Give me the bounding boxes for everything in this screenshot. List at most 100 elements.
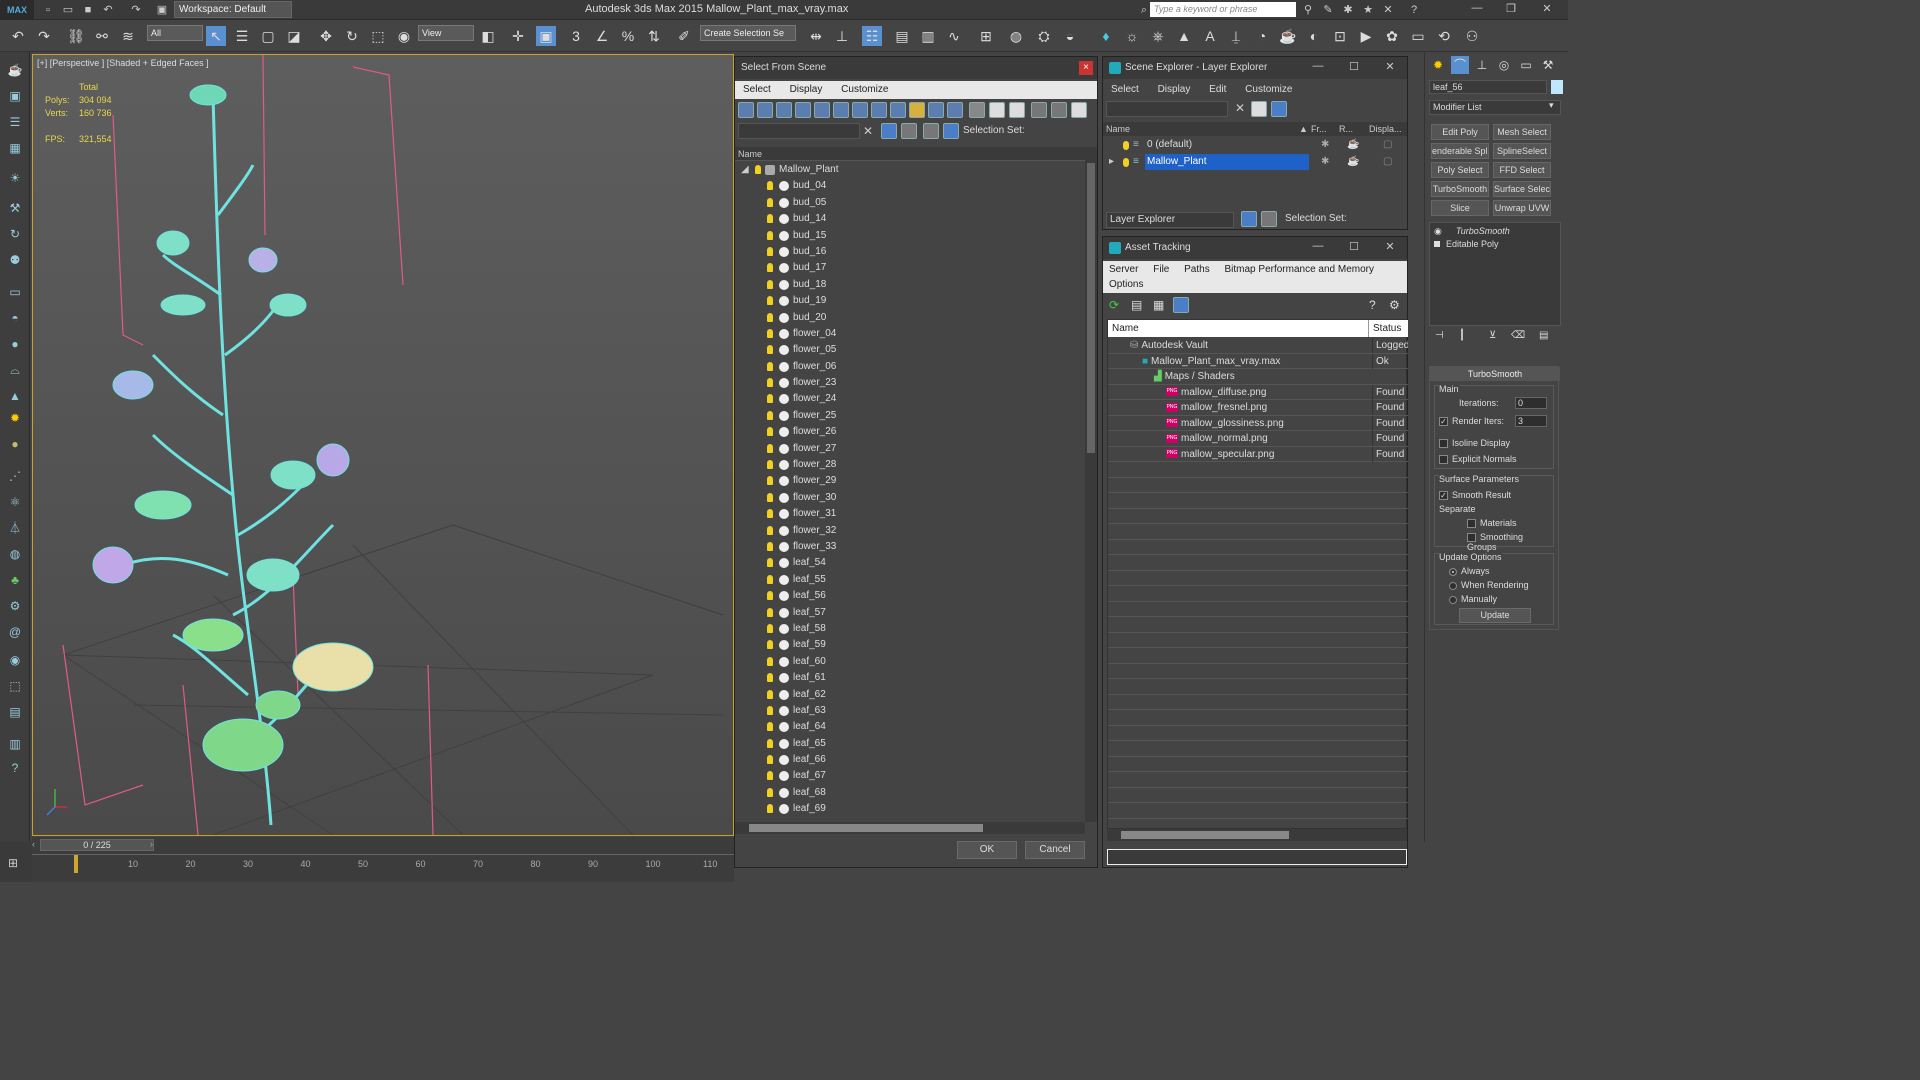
light-bulb-icon[interactable] — [1123, 158, 1129, 167]
sun-icon[interactable]: ✹ — [5, 408, 25, 428]
table-view-icon[interactable] — [1173, 297, 1189, 313]
light-bulb-icon[interactable] — [767, 378, 773, 388]
align-icon[interactable]: ⊥ — [832, 26, 852, 46]
menu-options[interactable]: Options — [1109, 279, 1143, 290]
select-invert-icon[interactable] — [1009, 102, 1025, 118]
scale-icon[interactable]: ⬚ — [368, 26, 388, 46]
modifier-button[interactable]: Unwrap UVW — [1493, 200, 1551, 216]
expand-box-icon[interactable] — [1434, 241, 1440, 247]
close-button[interactable]: × — [1079, 61, 1093, 75]
light-bulb-icon[interactable] — [767, 246, 773, 256]
geometry-filter-icon[interactable] — [738, 102, 754, 118]
snaps-toggle-icon[interactable]: 3 — [566, 26, 586, 46]
list-item[interactable]: flower_24 — [735, 391, 1085, 407]
column-name[interactable]: Name — [1106, 122, 1130, 136]
render-iters-checkbox[interactable]: ✓ — [1439, 417, 1448, 427]
close-icon[interactable]: ✕ — [1379, 60, 1401, 76]
clear-find-icon[interactable]: ✕ — [1235, 101, 1245, 115]
rollout-title[interactable]: TurboSmooth — [1430, 367, 1560, 381]
light-bulb-icon[interactable] — [767, 689, 773, 699]
maximize-icon[interactable]: ☐ — [1343, 60, 1365, 76]
list-item[interactable]: leaf_69 — [735, 801, 1085, 817]
chevron-down-icon[interactable]: ▾ — [1549, 100, 1554, 111]
select-by-name-icon[interactable]: ☰ — [232, 26, 252, 46]
light-bulb-icon[interactable] — [767, 427, 773, 437]
hemisphere-icon[interactable]: ◓ — [5, 308, 25, 328]
light-bulb-icon[interactable] — [767, 181, 773, 191]
select-none-icon[interactable] — [989, 102, 1005, 118]
render-iters-spinner[interactable]: 3 — [1515, 415, 1547, 427]
frame-buffer-icon[interactable]: ⊡ — [1330, 26, 1350, 46]
list-item[interactable]: leaf_62 — [735, 687, 1085, 703]
modifier-list-dropdown[interactable]: Modifier List — [1429, 100, 1561, 115]
edit-named-selection-icon[interactable]: ✐ — [674, 26, 694, 46]
frozen-filter-icon[interactable] — [928, 102, 944, 118]
sun-icon[interactable]: ☼ — [1122, 26, 1142, 46]
curve-editor-icon[interactable]: ∿ — [944, 26, 964, 46]
proxy-icon[interactable]: ✿ — [1382, 26, 1402, 46]
settings-icon[interactable]: ⚙ — [1389, 298, 1400, 312]
new-file-icon[interactable]: ▫ — [40, 2, 56, 18]
rotate-icon[interactable]: ↻ — [5, 224, 25, 244]
list-view-icon[interactable]: ▤ — [1131, 298, 1142, 312]
stack-item-editable-poly[interactable]: Editable Poly — [1434, 238, 1560, 251]
vertical-scroll-thumb[interactable] — [1087, 163, 1095, 453]
light-bulb-icon[interactable] — [767, 509, 773, 519]
maxscript-listener-icon[interactable]: ⊞ — [8, 856, 18, 870]
sort-up-icon[interactable]: ▲ — [1299, 122, 1308, 136]
list-item[interactable]: flower_27 — [735, 441, 1085, 457]
menu-customize[interactable]: Customize — [841, 84, 888, 95]
grid-icon[interactable]: ⋰ — [5, 466, 25, 486]
list-item[interactable]: leaf_63 — [735, 703, 1085, 719]
hair-icon[interactable]: ⚙ — [5, 596, 25, 616]
maximize-icon[interactable]: ☐ — [1343, 240, 1365, 256]
light-bulb-icon[interactable] — [767, 443, 773, 453]
filter-options-icon[interactable] — [1051, 102, 1067, 118]
modifier-stack[interactable]: ◉ TurboSmooth Editable Poly — [1429, 222, 1561, 326]
rotate-icon[interactable]: ↻ — [342, 26, 362, 46]
smooth-result-checkbox[interactable]: ✓ — [1439, 491, 1448, 501]
select-by-name-icon[interactable] — [1251, 101, 1267, 117]
smoothing-groups-checkbox[interactable] — [1467, 533, 1476, 543]
layers-icon[interactable]: ▥ — [5, 734, 25, 754]
restore-icon[interactable]: ❐ — [1500, 2, 1522, 18]
light-bulb-icon[interactable] — [767, 771, 773, 781]
minimize-icon[interactable]: — — [1307, 240, 1329, 256]
xref-filter-icon[interactable] — [871, 102, 887, 118]
manually-radio[interactable] — [1449, 595, 1457, 604]
keyboard-shortcut-override-icon[interactable]: ▣ — [536, 26, 556, 46]
undo-icon[interactable]: ↶ — [100, 2, 116, 18]
always-radio[interactable] — [1449, 567, 1457, 576]
light-bulb-icon[interactable] — [767, 394, 773, 404]
light-bulb-icon[interactable] — [767, 345, 773, 355]
table-row[interactable]: PNG mallow_normal.png Found — [1108, 431, 1408, 447]
light-bulb-icon[interactable] — [767, 738, 773, 748]
modifier-button[interactable]: TurboSmooth — [1431, 181, 1489, 197]
display-tab-icon[interactable]: ▭ — [1517, 56, 1535, 74]
open-file-icon[interactable]: ▭ — [60, 2, 76, 18]
favorites-icon[interactable]: ★ — [1360, 2, 1376, 18]
light-bulb-icon[interactable] — [767, 558, 773, 568]
snail-icon[interactable]: @ — [5, 622, 25, 642]
rectangular-selection-icon[interactable]: ▢ — [258, 26, 278, 46]
play-render-icon[interactable]: ▶ — [1356, 26, 1376, 46]
remove-modifier-icon[interactable]: ⌫ — [1511, 330, 1525, 341]
light-bulb-icon[interactable] — [767, 361, 773, 371]
help-search-input[interactable]: Type a keyword or phrase — [1150, 2, 1296, 17]
binoculars-icon[interactable]: ⚲ — [1300, 2, 1316, 18]
layer-filter-icon[interactable] — [901, 123, 917, 139]
globe-icon[interactable]: ◍ — [5, 544, 25, 564]
select-object-icon[interactable]: ↖ — [206, 26, 226, 46]
light-bulb-icon[interactable] — [767, 705, 773, 715]
list-item[interactable]: flower_32 — [735, 523, 1085, 539]
help-icon[interactable]: ? — [1369, 298, 1376, 312]
minimize-icon[interactable]: — — [1307, 60, 1329, 76]
teapot-icon[interactable]: ☕ — [1347, 154, 1359, 170]
filter-icon[interactable] — [1031, 102, 1047, 118]
list-item[interactable]: leaf_60 — [735, 654, 1085, 670]
rect-render-icon[interactable]: ▭ — [1408, 26, 1428, 46]
vray-icon[interactable]: ◐ — [1304, 26, 1324, 46]
list-item[interactable]: leaf_65 — [735, 736, 1085, 752]
angle-snap-icon[interactable]: ∠ — [592, 26, 612, 46]
group-filter-icon[interactable] — [852, 102, 868, 118]
